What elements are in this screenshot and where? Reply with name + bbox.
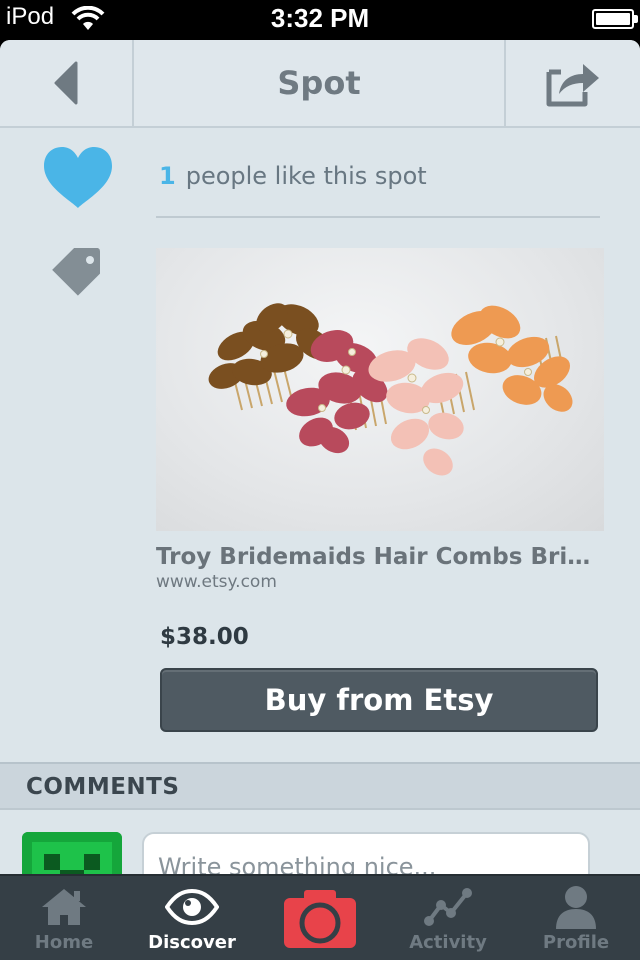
- likes-summary[interactable]: 1 people like this spot: [159, 162, 427, 190]
- spot-screen: Spot 1 people like this spot Troy Bridem…: [0, 40, 640, 874]
- battery-icon: [592, 9, 638, 29]
- likes-count: 1: [159, 162, 176, 190]
- page-title: Spot: [277, 64, 361, 102]
- nav-bar: Spot: [0, 40, 640, 128]
- share-button[interactable]: [504, 40, 640, 126]
- tab-discover[interactable]: Discover: [128, 876, 256, 960]
- home-icon: [42, 889, 86, 925]
- product-price: $38.00: [160, 624, 249, 650]
- activity-icon: [424, 888, 472, 926]
- status-bar: iPod 3:32 PM: [0, 0, 640, 40]
- product-source[interactable]: www.etsy.com: [156, 572, 277, 592]
- camera-icon: [284, 890, 356, 948]
- profile-icon: [556, 886, 596, 929]
- comments-body: [0, 810, 640, 874]
- back-button[interactable]: [0, 40, 134, 126]
- tag-icon: [52, 248, 101, 296]
- buy-button[interactable]: Buy from Etsy: [160, 668, 598, 732]
- hair-combs-photo: [208, 303, 573, 476]
- tab-profile[interactable]: Profile: [512, 876, 640, 960]
- tab-activity-label: Activity: [409, 932, 487, 953]
- product-image[interactable]: [156, 248, 604, 531]
- camera-button[interactable]: [282, 888, 358, 950]
- product-title[interactable]: Troy Bridemaids Hair Combs Brid...: [156, 544, 604, 570]
- tab-home[interactable]: Home: [0, 876, 128, 960]
- tab-bar: Home Discover Activity Profile: [0, 874, 640, 960]
- tab-discover-label: Discover: [148, 932, 236, 953]
- creeper-avatar-icon: [22, 832, 122, 874]
- chevron-left-icon: [54, 61, 78, 105]
- tab-home-label: Home: [34, 932, 94, 953]
- comments-header: COMMENTS: [0, 762, 640, 810]
- likes-text: people like this spot: [185, 162, 427, 190]
- divider: [156, 216, 600, 218]
- heart-icon[interactable]: [42, 146, 114, 210]
- tab-profile-label: Profile: [542, 932, 610, 953]
- comments-title: COMMENTS: [26, 774, 180, 800]
- share-icon: [546, 64, 599, 107]
- avatar[interactable]: [22, 832, 122, 874]
- status-time: 3:32 PM: [270, 3, 370, 33]
- eye-icon: [165, 889, 219, 925]
- comment-input[interactable]: [142, 832, 590, 874]
- tab-activity[interactable]: Activity: [384, 876, 512, 960]
